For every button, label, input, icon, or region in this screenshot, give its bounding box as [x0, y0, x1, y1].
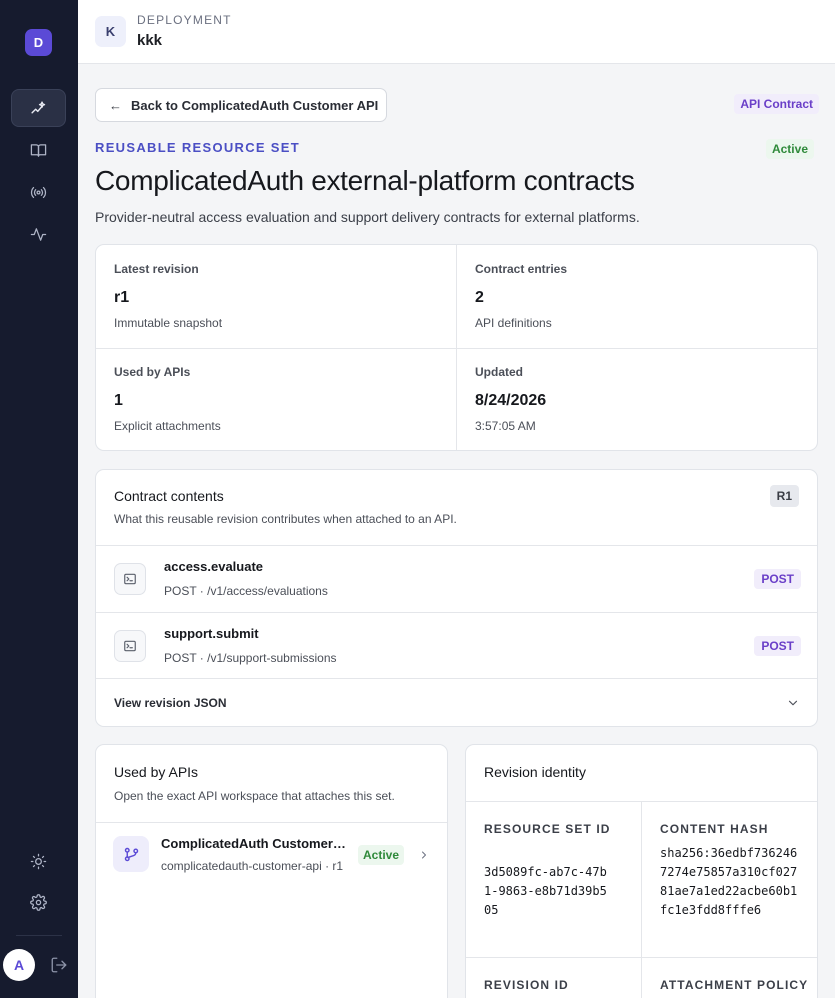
- divider: [641, 801, 642, 998]
- status-badge: Active: [765, 139, 814, 159]
- type-badge: API Contract: [734, 94, 819, 114]
- view-json-toggle[interactable]: View revision JSON: [114, 696, 227, 710]
- section-subtitle: Open the exact API workspace that attach…: [114, 789, 395, 803]
- settings-button[interactable]: [11, 883, 66, 921]
- section-title: Contract contents: [114, 488, 224, 504]
- stat-updated: Updated 8/24/2026 3:57:05 AM: [457, 348, 817, 450]
- api-slug: complicatedauth-customer-api · r1: [161, 859, 344, 873]
- chevron-down-icon[interactable]: [786, 696, 800, 710]
- resource-set-id-value: 3d5089fc-ab7c-47b1-9863-e8b71d39b505: [484, 865, 607, 917]
- revision-id-label: REVISION ID: [484, 978, 569, 992]
- page-description: Provider-neutral access evaluation and s…: [95, 209, 640, 225]
- chevron-right-icon: [422, 851, 426, 859]
- entry-path: POST · /v1/access/evaluations: [164, 584, 328, 598]
- method-badge: POST: [754, 636, 801, 656]
- entry-name: access.evaluate: [164, 559, 264, 574]
- stat-label: Updated: [475, 365, 523, 379]
- theme-toggle[interactable]: [11, 842, 66, 880]
- stat-caption: Immutable snapshot: [114, 316, 223, 330]
- stat-contract-entries: Contract entries 2 API definitions: [457, 245, 817, 348]
- user-avatar[interactable]: A: [3, 949, 35, 981]
- stat-latest-revision: Latest revision r1 Immutable snapshot: [96, 245, 457, 348]
- logout-icon[interactable]: [50, 956, 68, 974]
- stat-value: 8/24/2026: [475, 392, 547, 409]
- terminal-icon: [114, 563, 146, 595]
- revision-identity-card: Revision identity RESOURCE SET ID 3d5089…: [465, 744, 818, 998]
- nav-item-docs[interactable]: [11, 131, 66, 169]
- deployment-avatar: K: [95, 16, 126, 47]
- deployment-label: DEPLOYMENT: [137, 13, 232, 27]
- workspace-switcher[interactable]: D: [25, 29, 52, 56]
- api-name: ComplicatedAuth Customer API: [161, 836, 346, 851]
- stat-used-by-apis: Used by APIs 1 Explicit attachments: [96, 348, 457, 450]
- sparkles-icon: [31, 100, 46, 113]
- stat-caption: 3:57:05 AM: [475, 419, 536, 433]
- page-title: ComplicatedAuth external-platform contra…: [95, 165, 635, 196]
- divider: [466, 801, 817, 802]
- content-hash-value: sha256:36edbf7362467274e75857a310cf02781…: [660, 846, 798, 917]
- sidebar: D A: [0, 0, 78, 998]
- section-title: Used by APIs: [114, 764, 199, 780]
- stat-value: r1: [114, 289, 130, 306]
- deployment-name[interactable]: kkk: [137, 32, 162, 49]
- contract-entry[interactable]: support.submit POST · /v1/support-submis…: [96, 613, 817, 679]
- divider: [466, 957, 817, 958]
- stat-caption: API definitions: [475, 316, 552, 330]
- nav-item-monitoring[interactable]: [11, 215, 66, 253]
- resource-set-id-label: RESOURCE SET ID: [484, 822, 611, 836]
- stat-value: 2: [475, 289, 484, 306]
- activity-icon: [30, 227, 47, 241]
- nav-item-studio[interactable]: [11, 89, 66, 127]
- stat-label: Latest revision: [114, 262, 199, 276]
- back-button[interactable]: ← Back to ComplicatedAuth Customer API: [95, 88, 387, 122]
- terminal-icon: [114, 630, 146, 662]
- stat-caption: Explicit attachments: [114, 419, 221, 433]
- stat-value: 1: [114, 392, 123, 409]
- page-eyebrow: REUSABLE RESOURCE SET: [95, 140, 300, 155]
- sidebar-divider: [16, 935, 62, 936]
- api-status-badge: Active: [358, 845, 405, 865]
- arrow-left-icon: ←: [109, 97, 122, 113]
- contract-contents-card: Contract contents What this reusable rev…: [95, 469, 818, 727]
- section-title: Revision identity: [484, 764, 586, 780]
- stat-label: Used by APIs: [114, 365, 191, 379]
- divider: [96, 678, 817, 679]
- top-bar: K DEPLOYMENT kkk: [78, 0, 835, 64]
- contract-entry[interactable]: access.evaluate POST · /v1/access/evalua…: [96, 546, 817, 612]
- nav-item-events[interactable]: [11, 173, 66, 211]
- revision-badge: R1: [769, 485, 799, 507]
- divider: [96, 348, 817, 349]
- api-list-item[interactable]: ComplicatedAuth Customer API complicated…: [96, 823, 447, 889]
- gear-icon: [30, 893, 47, 911]
- used-by-card: Used by APIs Open the exact API workspac…: [95, 744, 448, 998]
- stats-card: Latest revision r1 Immutable snapshot Co…: [95, 244, 818, 451]
- attachment-policy-label: ATTACHMENT POLICY: [660, 978, 809, 992]
- git-branch-icon: [113, 836, 149, 872]
- content-hash-label: CONTENT HASH: [660, 822, 769, 836]
- entry-name: support.submit: [164, 626, 259, 641]
- broadcast-icon: [30, 186, 47, 198]
- back-button-label: Back to ComplicatedAuth Customer API: [131, 97, 379, 113]
- sun-icon: [30, 853, 47, 869]
- stat-label: Contract entries: [475, 262, 568, 276]
- entry-path: POST · /v1/support-submissions: [164, 651, 337, 665]
- method-badge: POST: [754, 569, 801, 589]
- section-subtitle: What this reusable revision contributes …: [114, 512, 457, 526]
- book-icon: [30, 143, 47, 157]
